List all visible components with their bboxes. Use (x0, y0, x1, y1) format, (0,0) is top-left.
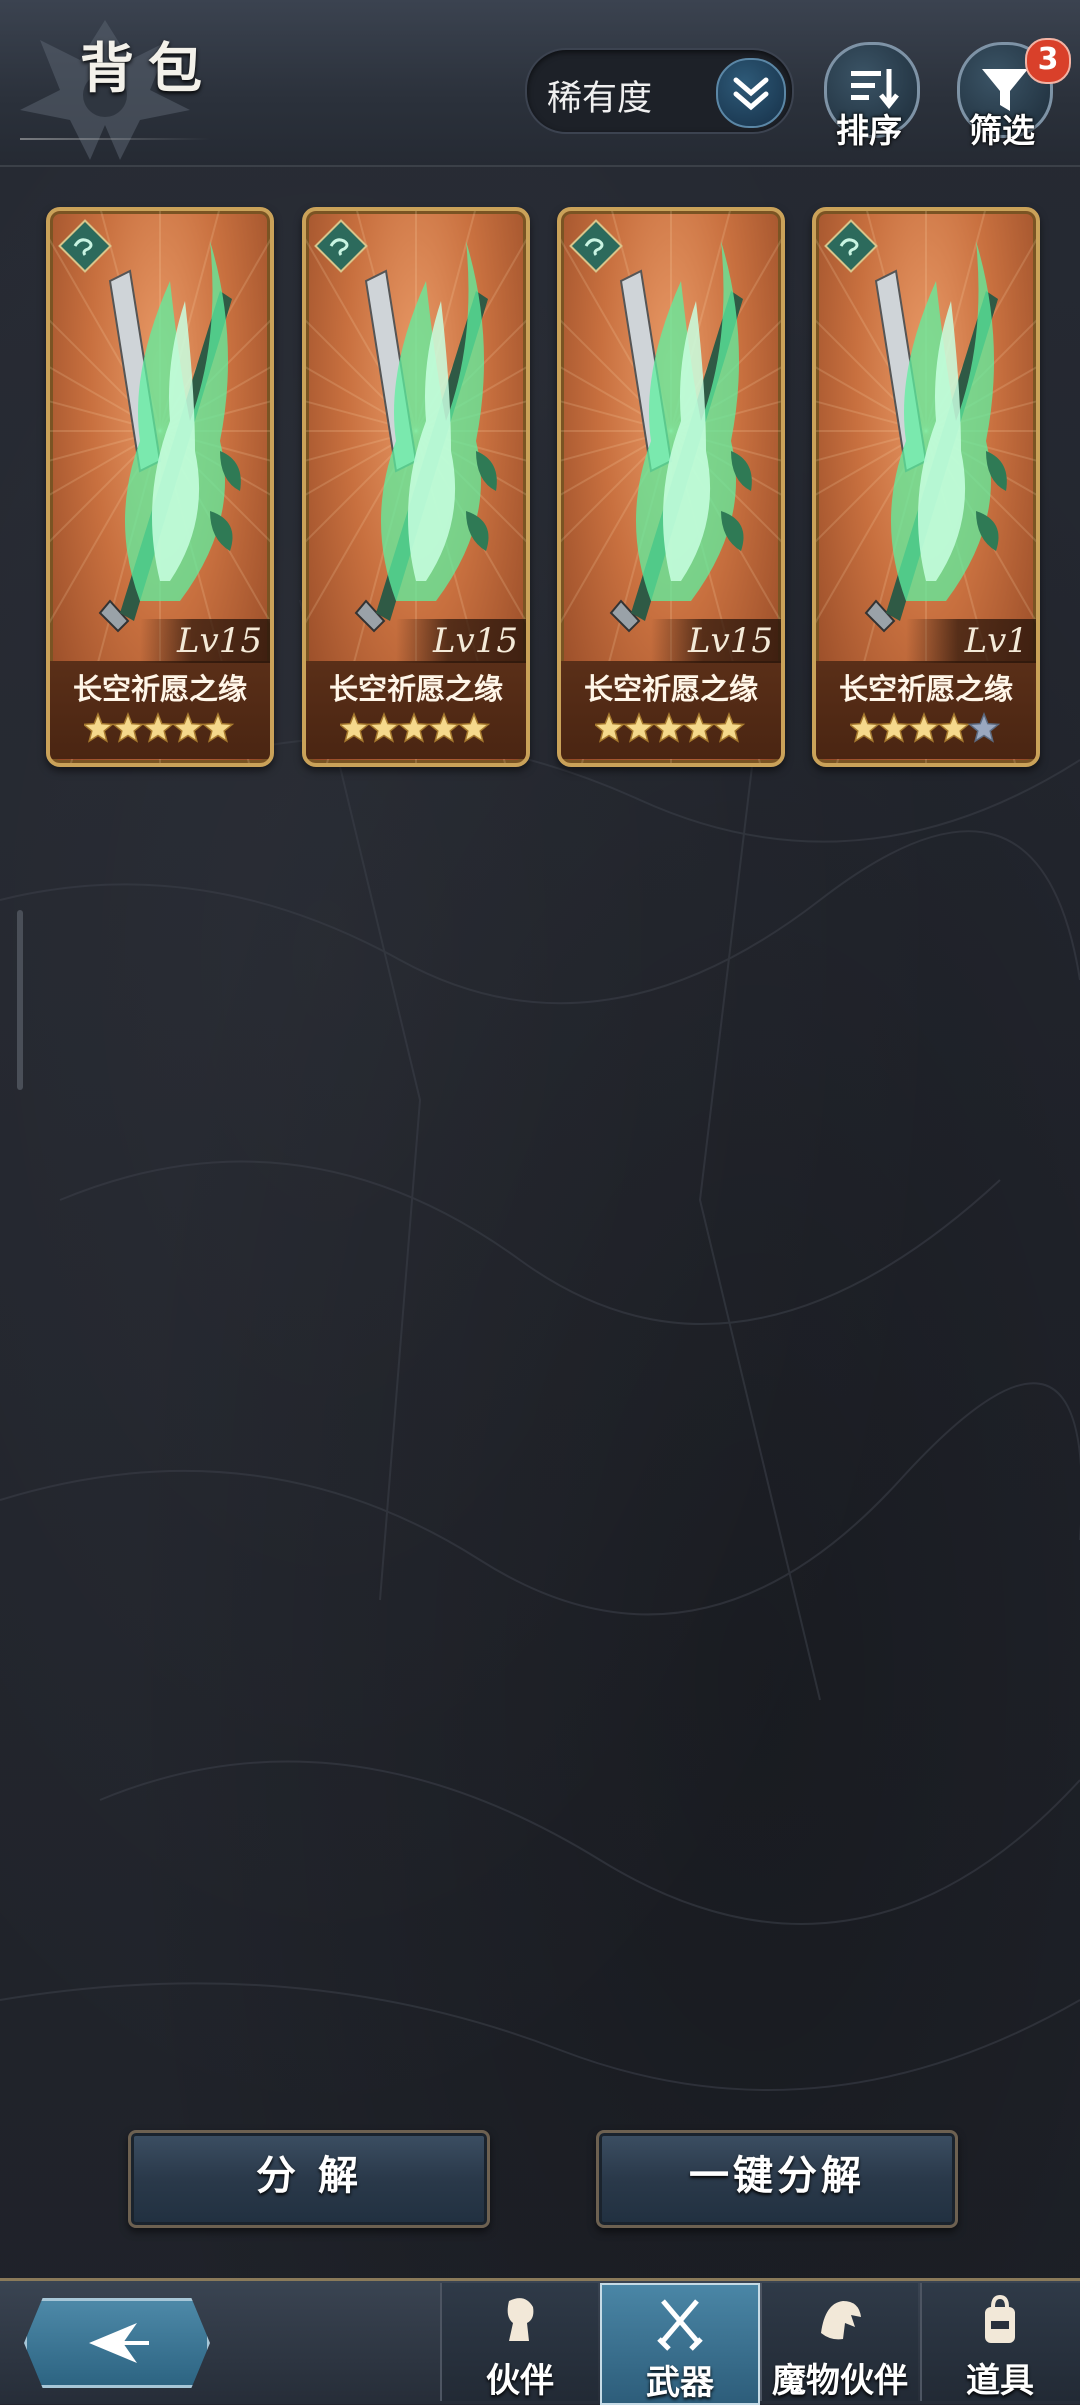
backpack-icon (985, 2294, 1015, 2343)
tab-companions[interactable]: 伙伴 (440, 2283, 598, 2401)
sword-artwork (609, 241, 752, 633)
sort-by-label: 稀有度 (547, 79, 653, 119)
star-rating (84, 711, 235, 743)
weapon-card[interactable]: Lv15 长空祈愿之缘 (302, 207, 530, 767)
star-rating (595, 711, 746, 743)
weapon-name: 长空祈愿之缘 (328, 672, 503, 706)
sort-button-label: 排序 (836, 111, 902, 150)
quick-decompose-button[interactable]: 一键分解 (596, 2130, 958, 2228)
weapon-card[interactable]: Lv15 长空祈愿之缘 (557, 207, 785, 767)
monster-icon (821, 2301, 861, 2340)
page-title: 背包 (80, 37, 216, 100)
tab-weapons-label: 武器 (646, 2363, 714, 2403)
weapon-name: 长空祈愿之缘 (838, 672, 1013, 706)
wind-element-icon (58, 219, 112, 273)
weapon-name: 长空祈愿之缘 (72, 672, 247, 706)
sword-artwork (98, 241, 241, 633)
title-underline (20, 138, 210, 140)
tab-items-label: 道具 (966, 2361, 1034, 2401)
weapon-level: Lv1 (906, 619, 1036, 663)
weapon-name: 长空祈愿之缘 (583, 672, 758, 706)
tab-monster-companions-label: 魔物伙伴 (772, 2361, 908, 2401)
tab-weapons[interactable]: 武器 (600, 2283, 760, 2405)
tab-companions-label: 伙伴 (486, 2361, 554, 2401)
star-rating (340, 711, 491, 743)
star-rating (850, 711, 1001, 743)
wind-element-icon (314, 219, 368, 273)
top-bar: 背包 稀有度 排序 筛选 3 (0, 0, 1080, 167)
tab-items[interactable]: 道具 (920, 2283, 1080, 2401)
back-arrow-icon (89, 2323, 149, 2363)
filter-count-badge: 3 (1025, 38, 1071, 84)
weapon-level: Lv15 (396, 619, 526, 663)
sort-by-selector[interactable]: 稀有度 (525, 48, 794, 134)
back-button[interactable] (24, 2298, 210, 2388)
sword-artwork (354, 241, 497, 633)
tab-monster-companions[interactable]: 魔物伙伴 (760, 2283, 918, 2401)
decompose-button[interactable]: 分 解 (128, 2130, 490, 2228)
weapon-level: Lv15 (651, 619, 781, 663)
sword-artwork (864, 241, 1007, 633)
companion-icon (507, 2298, 534, 2341)
filter-button-label: 筛选 (969, 111, 1035, 150)
weapon-level: Lv15 (140, 619, 270, 663)
chevron-double-down-icon[interactable] (716, 58, 786, 128)
wind-element-icon (824, 219, 878, 273)
weapon-card[interactable]: Lv1 长空祈愿之缘 (812, 207, 1040, 767)
wind-element-icon (569, 219, 623, 273)
weapon-card[interactable]: Lv15 长空祈愿之缘 (46, 207, 274, 767)
crossed-swords-icon (657, 2299, 703, 2351)
scroll-indicator[interactable] (17, 910, 23, 1090)
